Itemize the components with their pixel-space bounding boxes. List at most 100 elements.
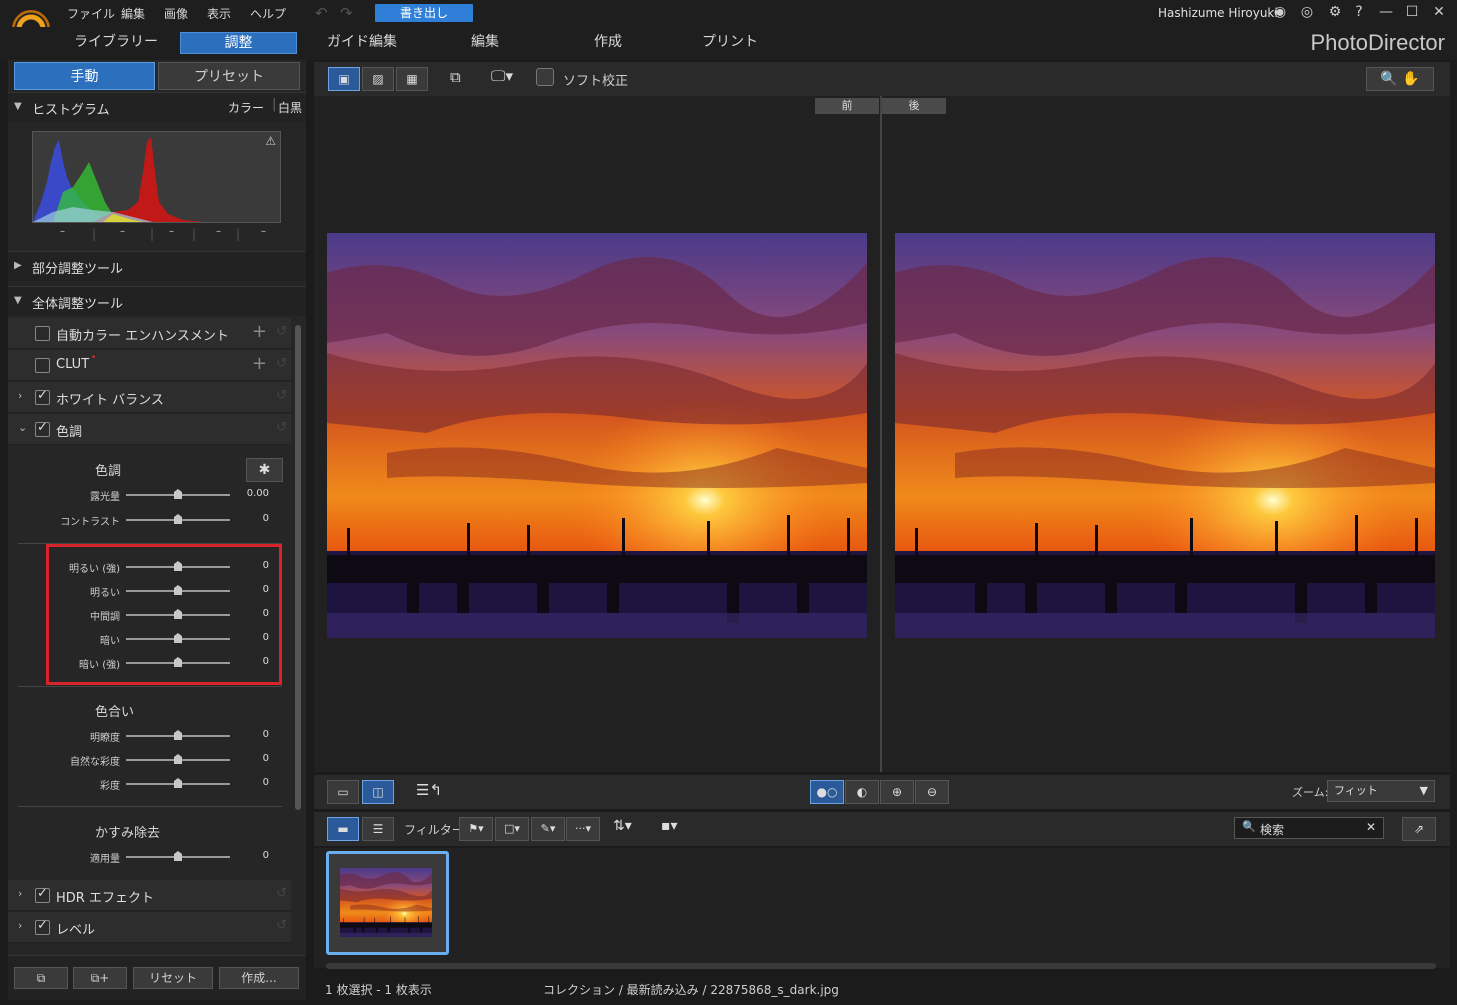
slider-value[interactable]: 0 bbox=[229, 608, 269, 619]
photo-view-icon[interactable]: ▨ bbox=[362, 67, 394, 91]
help-icon[interactable]: ? bbox=[1350, 3, 1368, 21]
menu-image[interactable]: 画像 bbox=[164, 5, 188, 22]
reset-icon[interactable]: ↺ bbox=[276, 886, 287, 901]
reset-icon[interactable]: ↺ bbox=[276, 918, 287, 933]
zoom-pan-tools[interactable]: 🔍 ✋ bbox=[1366, 67, 1434, 91]
filmstrip-scrollbar[interactable] bbox=[326, 963, 1436, 969]
magnifier-icon[interactable]: 🔍 bbox=[1380, 71, 1397, 87]
redo-icon[interactable]: ↷ bbox=[340, 4, 353, 22]
slider-value[interactable]: 0 bbox=[229, 753, 269, 764]
tool-row-levels[interactable]: › レベル ↺ bbox=[8, 912, 291, 943]
slider-value[interactable]: 0 bbox=[229, 656, 269, 667]
swap-icon[interactable]: ☰↰ bbox=[416, 781, 442, 799]
add-icon[interactable]: + bbox=[252, 321, 267, 342]
more-filter-icon[interactable]: ···▾ bbox=[566, 817, 600, 841]
chevron-down-icon[interactable]: ⌄ bbox=[18, 421, 27, 434]
undo-icon[interactable]: ↶ bbox=[315, 4, 328, 22]
filmstrip-view-icon[interactable]: ▬ bbox=[327, 817, 359, 841]
tone-checkbox[interactable] bbox=[35, 420, 50, 437]
tab-adjust[interactable]: 調整 bbox=[180, 32, 297, 54]
tool-row-auto-color[interactable]: 自動カラー エンハンスメント + ↺ bbox=[8, 318, 291, 349]
notification-icon[interactable]: ◎ bbox=[1298, 3, 1316, 21]
clut-checkbox[interactable] bbox=[35, 358, 50, 373]
close-icon[interactable]: ✕ bbox=[1430, 3, 1448, 21]
single-mode-icon[interactable]: ▭ bbox=[327, 780, 359, 804]
pick-target-button[interactable]: ✱ bbox=[246, 458, 283, 482]
slider-value[interactable]: 0 bbox=[229, 584, 269, 595]
reset-icon[interactable]: ↺ bbox=[276, 356, 287, 371]
white-balance-checkbox[interactable] bbox=[35, 388, 50, 405]
rotate-view-icon[interactable]: ⧉ bbox=[450, 68, 461, 86]
slider-value[interactable]: 0 bbox=[229, 513, 269, 524]
tool-row-clut[interactable]: CLUT • + ↺ bbox=[8, 350, 291, 381]
tab-preset[interactable]: プリセット bbox=[158, 62, 300, 90]
tool-row-hdr[interactable]: › HDR エフェクト ↺ bbox=[8, 880, 291, 911]
reset-button[interactable]: リセット bbox=[133, 967, 213, 989]
tab-guided-edit[interactable]: ガイド編集 bbox=[322, 32, 402, 54]
slider-value[interactable]: 0 bbox=[229, 632, 269, 643]
copy-settings-button[interactable]: ⧉+ bbox=[73, 967, 127, 989]
color-label-filter-icon[interactable]: □▾ bbox=[495, 817, 529, 841]
stack-icon[interactable]: ▪▾ bbox=[661, 818, 678, 834]
tab-edit[interactable]: 編集 bbox=[460, 32, 510, 54]
sort-icon[interactable]: ⇅▾ bbox=[613, 818, 632, 834]
monitor-icon[interactable]: 🖵▾ bbox=[491, 67, 513, 85]
compare-view-button[interactable]: ⧉ bbox=[14, 967, 68, 989]
hdr-checkbox[interactable] bbox=[35, 886, 50, 903]
auto-color-checkbox[interactable] bbox=[35, 326, 50, 341]
slider-value[interactable]: 0 bbox=[229, 777, 269, 788]
slider-value[interactable]: 0.00 bbox=[229, 488, 269, 499]
reset-icon[interactable]: ↺ bbox=[276, 388, 287, 403]
export-button[interactable]: 書き出し bbox=[375, 4, 473, 22]
edited-filter-icon[interactable]: ✎▾ bbox=[531, 817, 565, 841]
search-input[interactable]: 🔍 検索 ✕ bbox=[1234, 817, 1384, 839]
create-preset-button[interactable]: 作成... bbox=[219, 967, 299, 989]
clipping-warning-icon[interactable]: ⚠ bbox=[265, 134, 276, 148]
histogram-color-toggle[interactable]: カラー bbox=[228, 99, 264, 116]
chevron-right-icon[interactable]: › bbox=[18, 919, 22, 932]
global-tools-header[interactable]: ▼ 全体調整ツール bbox=[8, 286, 306, 316]
reset-icon[interactable]: ↺ bbox=[276, 324, 287, 339]
slider-value[interactable]: 0 bbox=[229, 850, 269, 861]
menu-edit[interactable]: 編集 bbox=[121, 5, 145, 22]
chevron-right-icon[interactable]: › bbox=[18, 887, 22, 900]
compare-divider[interactable] bbox=[880, 96, 882, 772]
flag-filter-icon[interactable]: ⚑▾ bbox=[459, 817, 493, 841]
tab-manual[interactable]: 手動 bbox=[14, 62, 155, 90]
add-icon[interactable]: + bbox=[252, 353, 267, 374]
minimize-icon[interactable]: — bbox=[1377, 3, 1395, 21]
clear-search-icon[interactable]: ✕ bbox=[1366, 820, 1376, 834]
hand-icon[interactable]: ✋ bbox=[1402, 71, 1419, 87]
slider-value[interactable]: 0 bbox=[229, 729, 269, 740]
soft-proof-checkbox[interactable] bbox=[536, 68, 554, 86]
grid-view-icon[interactable]: ▦ bbox=[396, 67, 428, 91]
side-by-side-icon[interactable]: ◫ bbox=[362, 780, 394, 804]
histogram-mono-toggle[interactable]: 白黒 bbox=[278, 99, 302, 116]
chevron-right-icon[interactable]: › bbox=[18, 389, 22, 402]
panel-scrollbar[interactable] bbox=[295, 325, 301, 810]
maximize-icon[interactable]: ☐ bbox=[1403, 3, 1421, 21]
levels-checkbox[interactable] bbox=[35, 918, 50, 935]
tool-row-white-balance[interactable]: › ホワイト バランス ↺ bbox=[8, 382, 291, 413]
split-horizontal-icon[interactable]: ⊕ bbox=[880, 780, 914, 804]
external-open-icon[interactable]: ⇗ bbox=[1402, 817, 1436, 841]
tab-print[interactable]: プリント bbox=[700, 32, 760, 54]
histogram-header[interactable]: ▼ ヒストグラム カラー | 白黒 bbox=[8, 92, 306, 122]
reset-icon[interactable]: ↺ bbox=[276, 420, 287, 435]
account-icon[interactable]: ◉ bbox=[1271, 3, 1289, 21]
tab-create[interactable]: 作成 bbox=[583, 32, 633, 54]
compare-split-icon[interactable]: ●○ bbox=[810, 780, 844, 804]
single-view-icon[interactable]: ▣ bbox=[328, 67, 360, 91]
list-view-icon[interactable]: ☰ bbox=[362, 817, 394, 841]
local-tools-header[interactable]: ▶ 部分調整ツール bbox=[8, 251, 306, 281]
menu-help[interactable]: ヘルプ bbox=[250, 5, 286, 22]
settings-gear-icon[interactable]: ⚙ bbox=[1326, 3, 1344, 21]
split-mirror-icon[interactable]: ⊖ bbox=[915, 780, 949, 804]
tool-row-tone[interactable]: ⌄ 色調 ↺ bbox=[8, 414, 291, 445]
slider-value[interactable]: 0 bbox=[229, 560, 269, 571]
menu-view[interactable]: 表示 bbox=[207, 5, 231, 22]
tab-library[interactable]: ライブラリー bbox=[72, 32, 160, 54]
split-vertical-icon[interactable]: ◐ bbox=[845, 780, 879, 804]
thumbnail[interactable] bbox=[326, 851, 449, 955]
menu-file[interactable]: ファイル bbox=[67, 5, 115, 22]
